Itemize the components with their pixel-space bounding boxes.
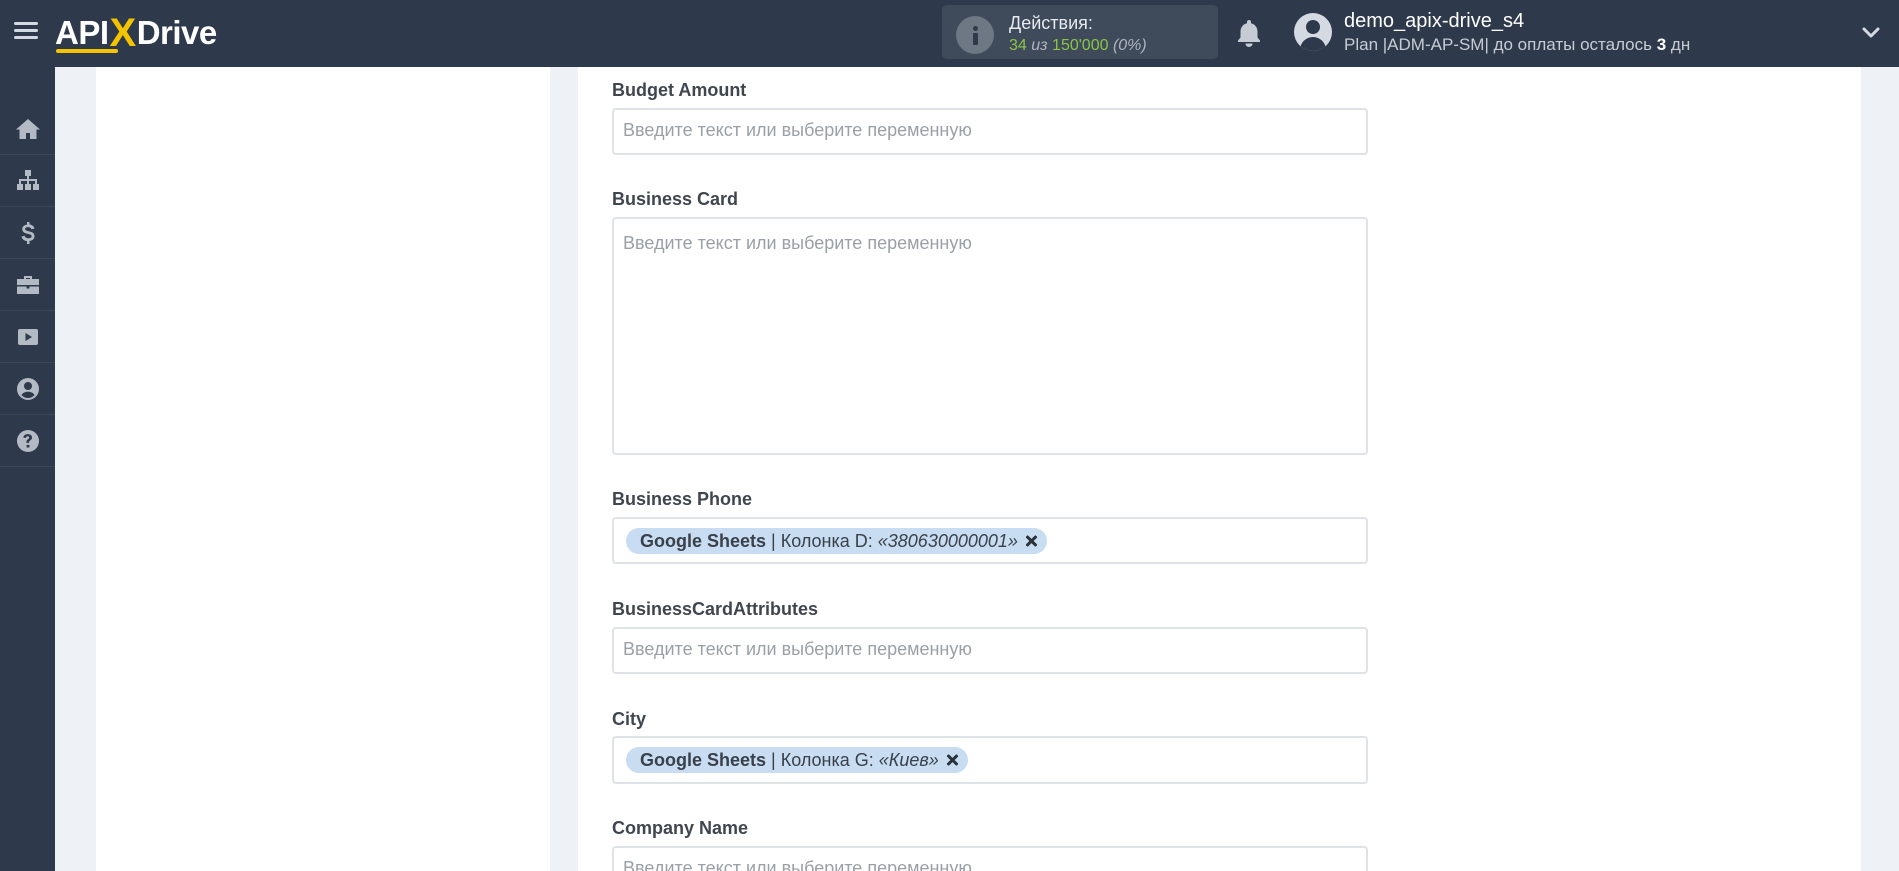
help-icon: [16, 429, 39, 452]
business-card-attributes-input[interactable]: Введите текст или выберите переменную: [612, 627, 1368, 674]
youtube-icon: [17, 328, 38, 345]
sidebar-item-videos[interactable]: [0, 311, 55, 363]
tag-column: Колонка G:: [780, 749, 874, 770]
info-icon: [956, 16, 994, 54]
plan-suffix: дн: [1666, 35, 1691, 54]
sitemap-icon: [16, 169, 39, 190]
tag-value: «380630000001»: [877, 530, 1018, 551]
tag-separator: |: [771, 749, 776, 770]
dollar-icon: [21, 221, 34, 244]
sidebar: [0, 67, 55, 871]
actions-title: Действия:: [1009, 13, 1093, 33]
sidebar-item-help[interactable]: [0, 415, 55, 467]
user-circle-icon: [16, 377, 39, 400]
sidebar-item-projects[interactable]: [0, 259, 55, 311]
notifications-bell-icon[interactable]: [1234, 17, 1264, 49]
hamburger-menu-icon[interactable]: [14, 20, 38, 42]
chevron-down-icon[interactable]: [1862, 24, 1880, 42]
business-card-attributes-placeholder: Введите текст или выберите переменную: [623, 639, 972, 659]
plan-days: 3: [1656, 35, 1667, 54]
business-phone-variable-tag[interactable]: Google Sheets | Колонка D: «380630000001…: [626, 528, 1047, 554]
business-card-attributes-label: BusinessCardAttributes: [612, 599, 819, 619]
plan-prefix: Plan |ADM-AP-SM| до оплаты осталось: [1344, 35, 1657, 54]
budget-amount-input[interactable]: Введите текст или выберите переменную: [612, 108, 1368, 155]
home-icon: [15, 118, 40, 139]
budget-amount-placeholder: Введите текст или выберите переменную: [623, 120, 972, 140]
tag-source: Google Sheets: [640, 530, 767, 551]
actions-total: 150'000: [1052, 37, 1109, 54]
user-name[interactable]: demo_apix-drive_s4: [1344, 10, 1524, 33]
sidebar-item-home[interactable]: [0, 103, 55, 155]
company-name-placeholder: Введите текст или выберите переменную: [623, 858, 972, 871]
business-card-label: Business Card: [612, 189, 739, 209]
actions-percent: (0%): [1112, 37, 1147, 54]
user-avatar-icon[interactable]: [1294, 13, 1332, 51]
tag-value: «Киев»: [878, 749, 939, 770]
tag-separator: |: [771, 530, 776, 551]
city-label: City: [612, 709, 647, 729]
actions-used: 34: [1009, 37, 1027, 54]
budget-amount-label: Budget Amount: [612, 80, 747, 100]
company-name-label: Company Name: [612, 818, 749, 838]
logo-text-drive: Drive: [136, 14, 218, 51]
actions-counter: Действия: 34 из 150'000 (0%): [942, 5, 1218, 59]
left-panel: [96, 67, 550, 871]
company-name-input[interactable]: Введите текст или выберите переменную: [612, 846, 1368, 871]
tag-source: Google Sheets: [640, 749, 767, 770]
briefcase-icon: [16, 275, 39, 294]
business-card-placeholder: Введите текст или выберите переменную: [623, 233, 972, 253]
actions-of: из: [1031, 37, 1048, 54]
city-variable-tag[interactable]: Google Sheets | Колонка G: «Киев»: [626, 747, 968, 773]
business-phone-label: Business Phone: [612, 489, 753, 509]
logo-text-api: API: [55, 14, 109, 51]
actions-counts: 34 из 150'000 (0%): [1009, 37, 1147, 55]
business-phone-input[interactable]: Google Sheets | Колонка D: «380630000001…: [612, 517, 1368, 564]
top-bar: API X Drive Действия: 34 из 150'000 (0%) d…: [0, 0, 1899, 67]
city-input[interactable]: Google Sheets | Колонка G: «Киев»: [612, 736, 1368, 784]
logo-underline: [56, 49, 118, 53]
user-plan: Plan |ADM-AP-SM| до оплаты осталось 3 дн: [1344, 35, 1690, 55]
sidebar-item-connections[interactable]: [0, 155, 55, 207]
remove-tag-icon[interactable]: [946, 754, 958, 766]
business-card-textarea[interactable]: Введите текст или выберите переменную: [612, 217, 1368, 455]
tag-column: Колонка D:: [780, 530, 873, 551]
sidebar-item-billing[interactable]: [0, 207, 55, 259]
remove-tag-icon[interactable]: [1025, 535, 1037, 547]
sidebar-item-profile[interactable]: [0, 363, 55, 415]
